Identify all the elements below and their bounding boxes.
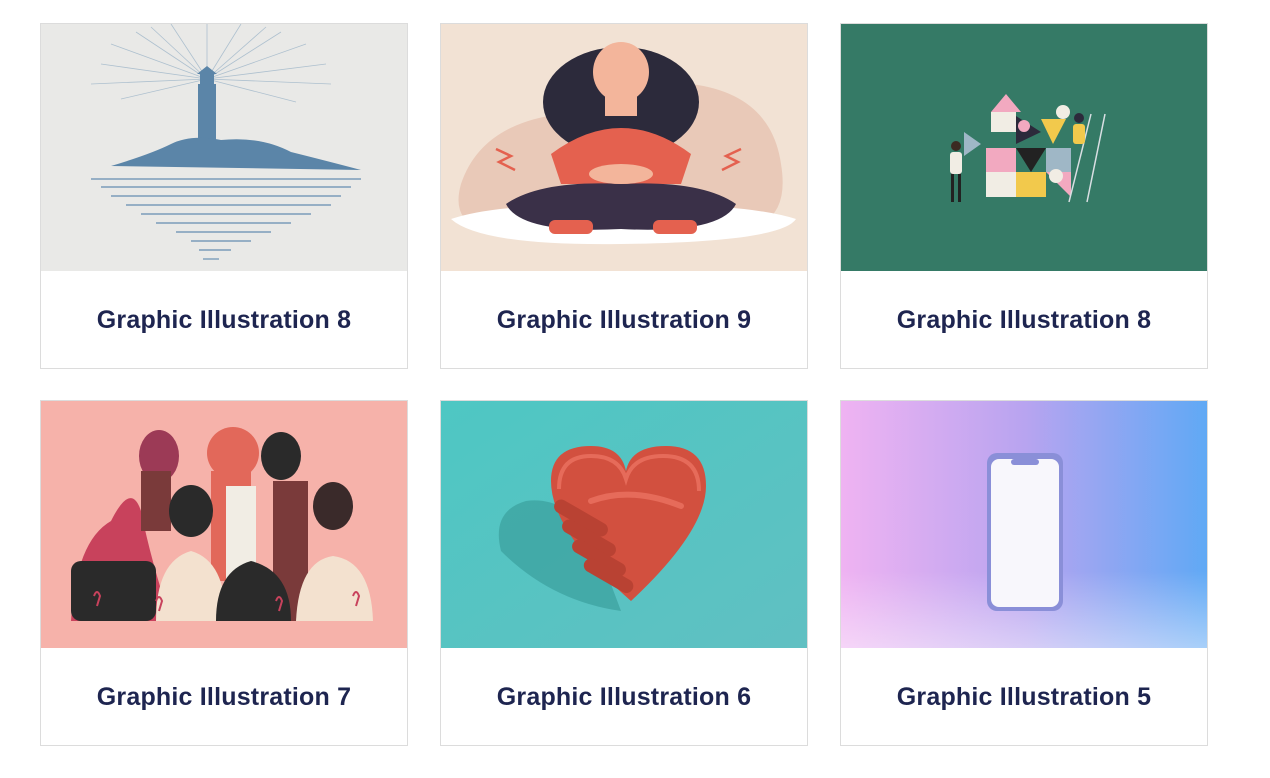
illustration-grid: Graphic Illustration 8 Graphic Illustrat… — [0, 0, 1270, 778]
illustration-card[interactable]: Graphic Illustration 9 — [440, 23, 808, 369]
illustration-card[interactable]: Graphic Illustration 8 — [840, 23, 1208, 369]
illustration-card[interactable]: Graphic Illustration 8 — [40, 23, 408, 369]
lighthouse-island-illustration[interactable] — [41, 24, 408, 271]
people-building-blocks-illustration[interactable] — [841, 24, 1208, 271]
handshake-heart-illustration[interactable] — [441, 401, 808, 648]
woman-meditating-illustration[interactable] — [441, 24, 808, 271]
card-title[interactable]: Graphic Illustration 5 — [841, 648, 1207, 745]
women-breast-cancer-awareness-illustration[interactable] — [41, 401, 408, 648]
card-title[interactable]: Graphic Illustration 8 — [841, 271, 1207, 368]
illustration-card[interactable]: Graphic Illustration 6 — [440, 400, 808, 746]
card-title[interactable]: Graphic Illustration 9 — [441, 271, 807, 368]
illustration-card[interactable]: Graphic Illustration 5 — [840, 400, 1208, 746]
card-title[interactable]: Graphic Illustration 7 — [41, 648, 407, 745]
card-title[interactable]: Graphic Illustration 6 — [441, 648, 807, 745]
card-title[interactable]: Graphic Illustration 8 — [41, 271, 407, 368]
illustration-card[interactable]: Graphic Illustration 7 — [40, 400, 408, 746]
smartphone-gradient-illustration[interactable] — [841, 401, 1208, 648]
